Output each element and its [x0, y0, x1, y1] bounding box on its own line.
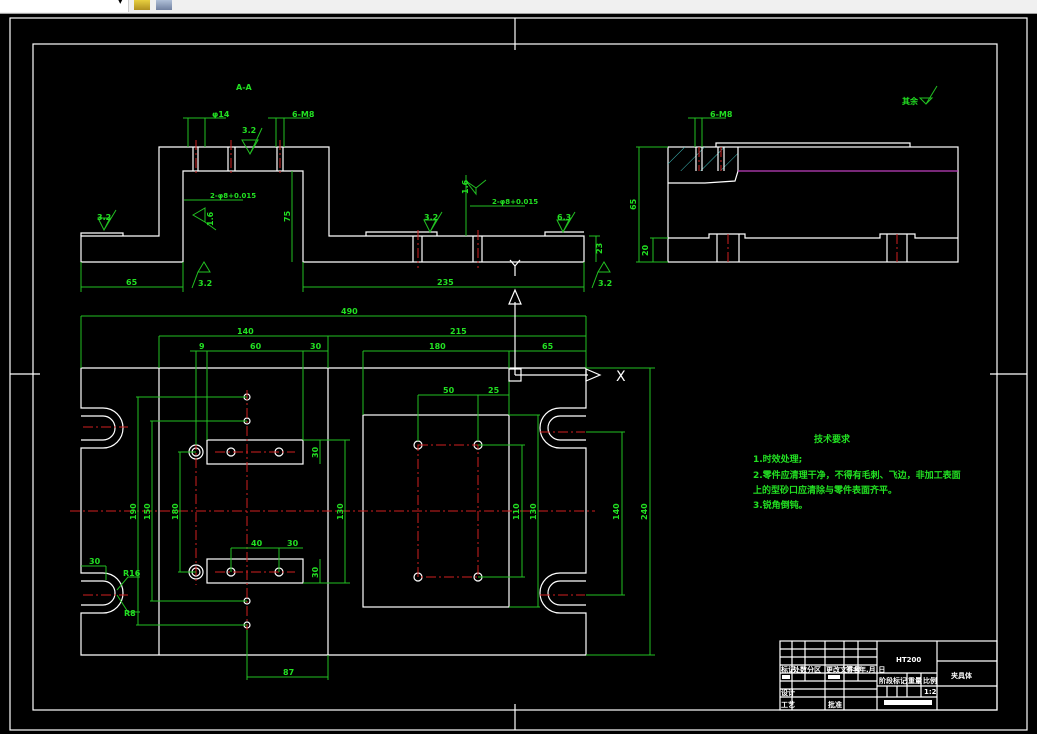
dim-text: 2-φ8+0.015 [210, 192, 256, 200]
dim-text: 6-M8 [292, 110, 315, 119]
tb-role: 工艺 [781, 700, 795, 709]
roughness-value: 3.2 [198, 279, 212, 288]
tb-stage-header: 阶段标记 [879, 676, 907, 685]
drawing-canvas[interactable]: A-A φ14 6-M8 2-φ8+0.015 75 65 235 2-φ8+0… [0, 14, 1037, 734]
roughness-value: 3.2 [598, 279, 612, 288]
layer-dropdown[interactable]: ▾ [0, 0, 129, 12]
roughness-value: 1.6 [461, 179, 470, 194]
dim-text: 235 [437, 278, 454, 287]
tb-header: 处数 [792, 665, 808, 674]
dim-text: φ14 [212, 110, 230, 119]
roughness-value: 3.2 [424, 213, 438, 222]
technical-requirements: 技术要求 1.时效处理; 2.零件应清理干净，不得有毛刺、飞边，非加工表面 上的… [753, 433, 961, 511]
dim-text: 150 [143, 503, 152, 520]
dim-text: 30 [311, 446, 320, 458]
tech-req-line: 1.时效处理; [753, 453, 802, 465]
dim-text: 140 [612, 503, 621, 520]
tb-role: 批准 [828, 700, 842, 709]
dim-text: 130 [336, 503, 345, 520]
tech-req-line: 2.零件应清理干净，不得有毛刺、飞边，非加工表面 [753, 469, 961, 481]
other-roughness-note: 其余 [902, 96, 919, 106]
dim-text: 240 [640, 503, 649, 520]
drawing-border [32, 43, 998, 711]
tb-header: 分区 [807, 665, 821, 674]
dim-text: 50 [443, 386, 455, 395]
dim-text: 75 [283, 210, 292, 222]
section-label: A-A [236, 83, 253, 92]
centering-marks [10, 18, 1027, 730]
section-view-a-a: A-A φ14 6-M8 2-φ8+0.015 75 65 235 2-φ8+0… [80, 83, 612, 292]
layer-gray-icon[interactable] [156, 0, 172, 10]
tb-header: 签名 [845, 665, 860, 674]
dim-text: 60 [250, 342, 262, 351]
dim-text: 65 [542, 342, 554, 351]
dim-text: 30 [310, 342, 322, 351]
dim-text: R8 [124, 609, 136, 618]
dim-text: 30 [311, 566, 320, 578]
tb-scale: 1:2 [924, 688, 937, 696]
outer-frame [9, 17, 1028, 731]
material: HT200 [896, 656, 921, 664]
toolbar: ▾ [0, 0, 1037, 14]
side-view: 65 20 6-M8 其余 [629, 85, 959, 264]
dim-text: 40 [251, 539, 263, 548]
dim-text: 30 [287, 539, 299, 548]
dim-text: R16 [123, 569, 141, 578]
title-block: HT200 夹具体 标记 处数 分区 更改文件号 签名 年.月.日 阶段标记 重… [779, 640, 998, 711]
tech-req-title: 技术要求 [814, 433, 851, 445]
dim-text: 140 [237, 327, 254, 336]
chevron-down-icon[interactable]: ▾ [118, 0, 123, 7]
dim-text: 130 [529, 503, 538, 520]
dim-text: 30 [89, 557, 101, 566]
dim-text: 65 [126, 278, 138, 287]
roughness-value: 6.3 [557, 213, 571, 222]
part-name: 夹具体 [951, 671, 973, 680]
dim-text: 215 [450, 327, 467, 336]
dim-text: 490 [341, 307, 358, 316]
tb-stage-header: 重量 [908, 676, 922, 685]
dim-text: 110 [512, 503, 521, 520]
dim-text: 25 [488, 386, 500, 395]
tb-header: 年.月.日 [859, 665, 885, 674]
roughness-value: 3.2 [242, 126, 256, 135]
dim-text: 2-φ8+0.015 [492, 198, 538, 206]
dim-text: 20 [641, 244, 650, 256]
dim-text: 23 [595, 243, 604, 254]
plan-view: 490 140 215 9 60 30 180 65 50 25 190 150… [70, 307, 655, 680]
axis-x-label: X [616, 369, 626, 385]
roughness-value: 1.6 [206, 211, 215, 226]
dim-text: 180 [171, 503, 180, 520]
dim-text: 65 [629, 198, 638, 210]
roughness-value: 3.2 [97, 213, 111, 222]
tb-role: 设计 [781, 688, 795, 697]
dim-text: 190 [129, 503, 138, 520]
dim-text: 180 [429, 342, 446, 351]
tech-req-line: 3.锐角倒钝。 [753, 499, 808, 511]
tb-stage-header: 比例 [923, 676, 937, 685]
tech-req-line: 上的型砂口应清除与零件表面齐平。 [753, 484, 897, 496]
dim-text: 6-M8 [710, 110, 733, 119]
layer-yellow-icon[interactable] [134, 0, 150, 10]
dim-text: 87 [283, 668, 294, 677]
dim-text: 9 [199, 342, 205, 351]
